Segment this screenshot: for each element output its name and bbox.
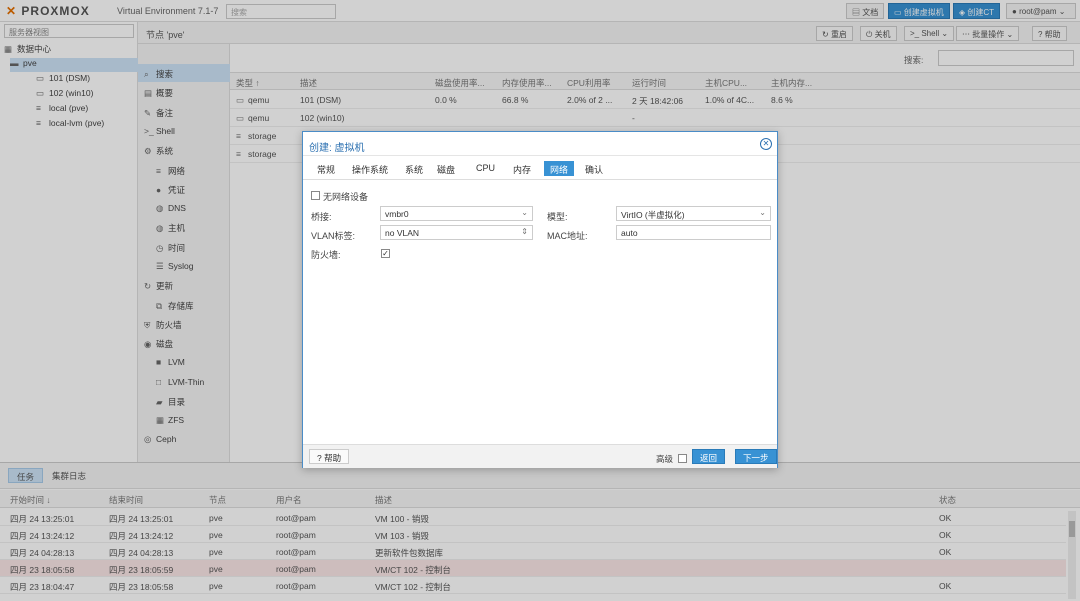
mac-input[interactable]: auto	[616, 225, 771, 240]
model-label: 模型:	[547, 212, 568, 222]
close-icon[interactable]: ✕	[760, 138, 772, 150]
vlan-spinner[interactable]: no VLAN ⇕	[380, 225, 533, 240]
dialog-tab-7[interactable]: 确认	[579, 161, 609, 176]
dialog-tab-2[interactable]: 系统	[399, 161, 429, 176]
dialog-tab-6[interactable]: 网络	[544, 161, 575, 176]
dialog-tabs: 常规 操作系统 系统 磁盘 CPU 内存 网络 确认	[303, 156, 777, 180]
advanced-label: 高级	[656, 454, 674, 464]
dialog-tab-4[interactable]: CPU	[470, 161, 501, 176]
vlan-label: VLAN标签:	[311, 231, 356, 241]
bridge-select[interactable]: vmbr0 ⌄	[380, 206, 533, 221]
dialog-title: 创建: 虚拟机	[309, 143, 365, 154]
dialog-footer: ? 帮助 高级 返回 下一步	[303, 444, 777, 468]
chevron-down-icon: ⌄	[759, 208, 766, 217]
firewall-checkbox[interactable]: ✓	[381, 249, 390, 258]
question-icon: ?	[317, 453, 322, 463]
advanced-checkbox[interactable]	[678, 454, 687, 463]
chevron-down-icon: ⌄	[521, 208, 528, 217]
dialog-tab-3[interactable]: 磁盘	[431, 161, 461, 176]
back-button[interactable]: 返回	[692, 449, 726, 464]
dialog-help-button[interactable]: ? 帮助	[309, 449, 350, 464]
model-select[interactable]: VirtIO (半虚拟化) ⌄	[616, 206, 771, 221]
no-network-checkbox[interactable]	[311, 191, 320, 200]
next-button[interactable]: 下一步	[735, 449, 777, 464]
spinner-icon: ⇕	[521, 227, 528, 236]
dialog-tab-1[interactable]: 操作系统	[346, 161, 394, 176]
dialog-tab-0[interactable]: 常规	[311, 161, 341, 176]
dialog-tab-5[interactable]: 内存	[507, 161, 537, 176]
firewall-label: 防火墙:	[311, 250, 341, 260]
no-network-label: 无网络设备	[323, 192, 369, 202]
dialog-title-bar: 创建: 虚拟机 ✕	[303, 132, 777, 156]
mac-label: MAC地址:	[547, 231, 588, 241]
create-vm-dialog: 创建: 虚拟机 ✕ 常规 操作系统 系统 磁盘 CPU 内存 网络 确认 无网络设备 桥接: …	[302, 131, 778, 468]
bridge-label: 桥接:	[311, 212, 332, 222]
